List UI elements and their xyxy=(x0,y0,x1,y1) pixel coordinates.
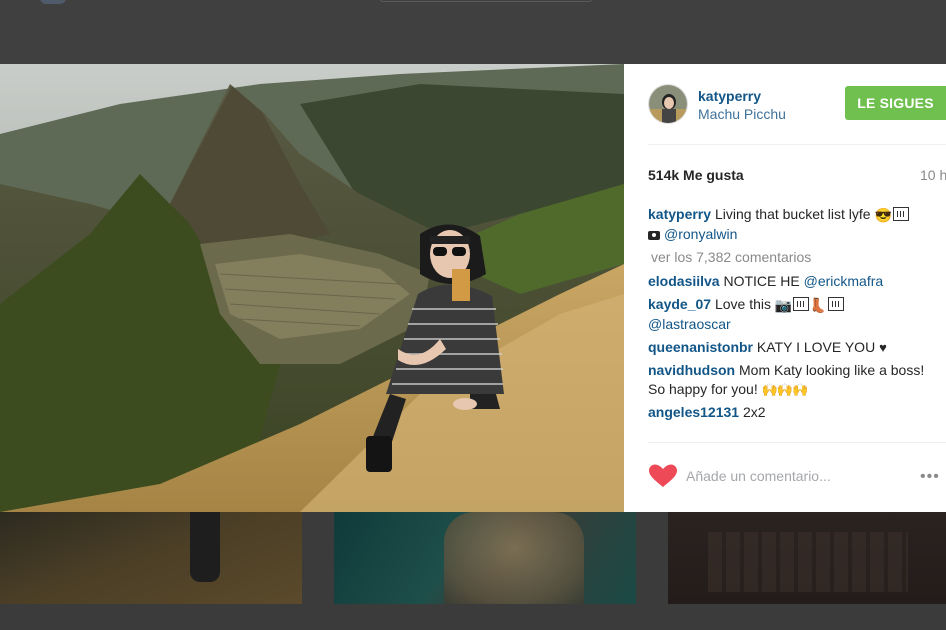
top-navigation-bar xyxy=(0,0,946,64)
divider xyxy=(648,144,946,145)
instagram-logo[interactable] xyxy=(40,0,66,4)
divider xyxy=(648,442,946,443)
username-link[interactable]: katyperry xyxy=(698,88,761,104)
emoji-placeholder-icon xyxy=(827,297,844,311)
caption: katyperry Living that bucket list lyfe 😎… xyxy=(648,205,938,244)
search-box[interactable] xyxy=(380,0,592,2)
grid-thumbnail[interactable] xyxy=(668,512,946,604)
black-heart-emoji-icon: ♥ xyxy=(879,340,887,355)
mention-link[interactable]: @ronyalwin xyxy=(664,226,737,242)
avatar[interactable] xyxy=(648,84,688,124)
more-options-icon[interactable]: ••• xyxy=(920,468,940,486)
list-item: kayde_07 Love this 📷 👢 @lastraoscar xyxy=(648,295,938,334)
likes-count[interactable]: 514k Me gusta xyxy=(648,167,744,183)
post-timestamp: 10 h xyxy=(920,167,946,183)
mention-link[interactable]: @erickmafra xyxy=(804,273,884,289)
comment-input[interactable] xyxy=(686,462,906,490)
post-photo[interactable] xyxy=(0,64,624,512)
follow-button[interactable]: LE SIGUES xyxy=(845,86,946,120)
comment-text: Love this xyxy=(714,296,771,312)
location-link[interactable]: Machu Picchu xyxy=(698,106,786,122)
heart-icon[interactable] xyxy=(648,464,678,488)
post-header: katyperry Machu Picchu LE SIGUES xyxy=(624,64,946,144)
sunglasses-emoji-icon: 😎 xyxy=(874,207,892,223)
comment-username[interactable]: katyperry xyxy=(648,206,711,222)
comment-username[interactable]: kayde_07 xyxy=(648,296,711,312)
caption-text: Living that bucket list lyfe xyxy=(714,206,871,222)
comment-text: KATY I LOVE YOU xyxy=(756,339,876,355)
mention-link[interactable]: @lastraoscar xyxy=(648,316,731,332)
emoji-placeholder-icon xyxy=(892,207,909,221)
grid-thumbnail[interactable] xyxy=(334,512,636,604)
view-all-comments-link[interactable]: ver los 7,382 comentarios xyxy=(651,248,938,267)
comment-text: 2x2 xyxy=(742,404,766,420)
comment-text: NOTICE HE xyxy=(723,273,800,289)
camera-icon xyxy=(648,231,660,240)
comment-username[interactable]: angeles12131 xyxy=(648,404,739,420)
comment-bar: ••• xyxy=(624,456,946,496)
list-item: angeles12131 2x2 xyxy=(648,403,938,422)
list-item: queenanistonbr KATY I LOVE YOU ♥ xyxy=(648,338,938,357)
comment-username[interactable]: elodasiilva xyxy=(648,273,720,289)
camera-emoji-icon: 📷 xyxy=(774,297,793,313)
comment-username[interactable]: navidhudson xyxy=(648,362,735,378)
emoji-placeholder-icon xyxy=(793,297,810,311)
post-details-panel: katyperry Machu Picchu LE SIGUES 514k Me… xyxy=(624,64,946,512)
list-item: navidhudson Mom Katy looking like a boss… xyxy=(648,361,938,399)
boot-emoji-icon: 👢 xyxy=(809,297,827,313)
raised-hands-emoji-icon: 🙌🙌🙌 xyxy=(761,382,809,397)
list-item: elodasiilva NOTICE HE @erickmafra xyxy=(648,272,938,291)
comment-username[interactable]: queenanistonbr xyxy=(648,339,753,355)
grid-thumbnail[interactable] xyxy=(0,512,302,604)
comments-list: katyperry Living that bucket list lyfe 😎… xyxy=(648,205,938,426)
